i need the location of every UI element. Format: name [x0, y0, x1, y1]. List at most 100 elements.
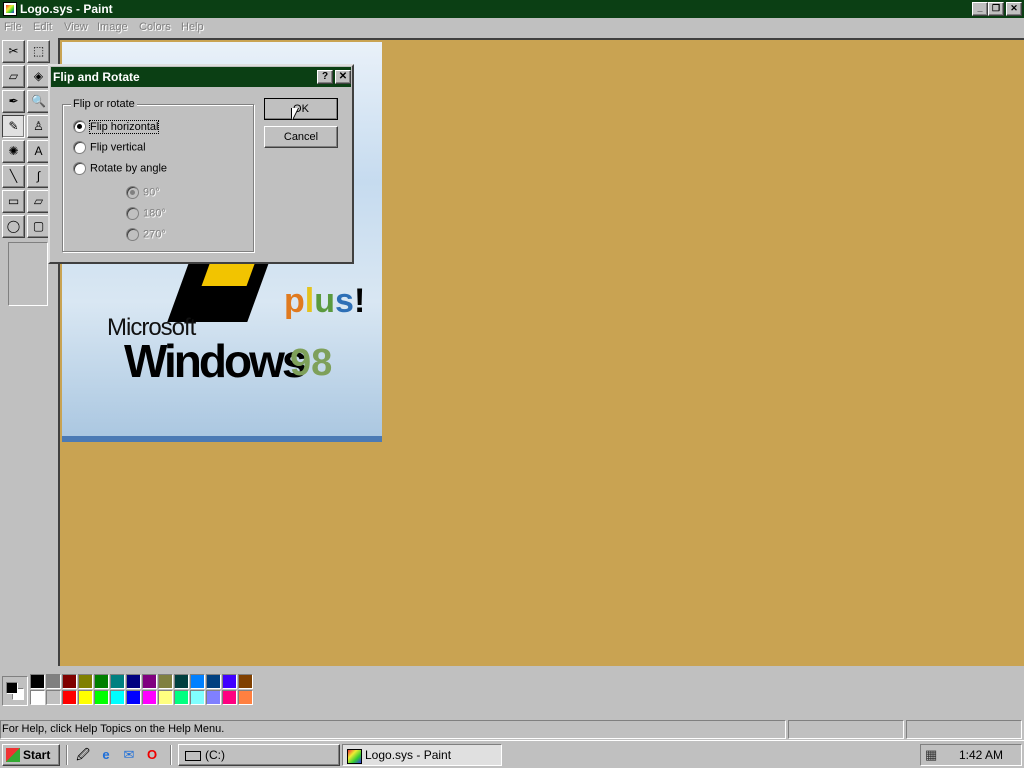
- tool-airbrush-icon[interactable]: ✺: [2, 140, 25, 163]
- restore-button[interactable]: ❐: [988, 2, 1004, 16]
- palette-swatch-top-2[interactable]: [62, 674, 77, 689]
- dialog-title-bar[interactable]: Flip and Rotate ? ✕: [51, 67, 351, 87]
- option-flip-horizontal[interactable]: Flip horizontal: [73, 119, 160, 136]
- dialog-close-button[interactable]: ✕: [335, 70, 351, 84]
- option-rotate-by-angle[interactable]: Rotate by angle: [73, 162, 167, 178]
- tool-free-form-select-icon[interactable]: ✂: [2, 40, 25, 63]
- flip-rotate-group: Flip or rotate Flip horizontal Flip vert…: [62, 98, 254, 252]
- paint-app-icon[interactable]: [3, 2, 17, 16]
- palette-swatch-top-7[interactable]: [142, 674, 157, 689]
- foreground-color-swatch[interactable]: [6, 682, 18, 694]
- tool-curve-icon[interactable]: ∫: [27, 165, 50, 188]
- palette-swatch-bottom-4[interactable]: [94, 690, 109, 705]
- radio-flip-horizontal[interactable]: [73, 120, 86, 133]
- show-desktop-icon[interactable]: 🖉: [74, 746, 92, 764]
- start-button[interactable]: Start: [2, 744, 60, 766]
- label-angle-270: 270°: [143, 228, 166, 241]
- palette-swatch-top-0[interactable]: [30, 674, 45, 689]
- palette-swatch-bottom-7[interactable]: [142, 690, 157, 705]
- radio-angle-180: [126, 207, 139, 220]
- dialog-help-button[interactable]: ?: [317, 70, 333, 84]
- opera-icon[interactable]: O: [143, 746, 161, 764]
- option-angle-270: 270°: [126, 228, 166, 244]
- minimize-button[interactable]: _: [972, 2, 988, 16]
- palette-swatch-bottom-1[interactable]: [46, 690, 61, 705]
- palette-swatch-top-3[interactable]: [78, 674, 93, 689]
- palette-swatch-bottom-6[interactable]: [126, 690, 141, 705]
- tool-pick-color-icon[interactable]: ✒: [2, 90, 25, 113]
- taskbar-button-drive-c-label: (C:): [205, 748, 225, 762]
- tool-rectangle-icon[interactable]: ▭: [2, 190, 25, 213]
- clock[interactable]: 1:42 AM: [959, 748, 1003, 762]
- menu-help[interactable]: Help: [181, 21, 204, 33]
- palette-swatch-bottom-10[interactable]: [190, 690, 205, 705]
- palette-swatch-bottom-8[interactable]: [158, 690, 173, 705]
- palette-swatch-top-12[interactable]: [222, 674, 237, 689]
- palette-swatch-top-13[interactable]: [238, 674, 253, 689]
- taskbar-separator: [66, 745, 68, 765]
- taskbar-button-paint[interactable]: Logo.sys - Paint: [342, 744, 502, 766]
- palette-swatch-bottom-13[interactable]: [238, 690, 253, 705]
- internet-explorer-icon[interactable]: e: [97, 746, 115, 764]
- palette-swatch-top-9[interactable]: [174, 674, 189, 689]
- palette-swatch-bottom-2[interactable]: [62, 690, 77, 705]
- label-rotate-by-angle[interactable]: Rotate by angle: [90, 163, 167, 175]
- plus-logo-text: plus!: [284, 282, 366, 320]
- window-title: Logo.sys - Paint: [20, 2, 113, 16]
- version-98-text: 98: [290, 342, 333, 384]
- palette-swatch-bottom-9[interactable]: [174, 690, 189, 705]
- scheduler-icon[interactable]: ▦: [925, 747, 937, 763]
- paint-icon: [347, 749, 362, 764]
- palette-swatch-top-1[interactable]: [46, 674, 61, 689]
- tool-ellipse-icon[interactable]: ◯: [2, 215, 25, 238]
- palette-swatch-top-5[interactable]: [110, 674, 125, 689]
- menu-view[interactable]: View: [64, 21, 88, 33]
- palette-swatch-top-8[interactable]: [158, 674, 173, 689]
- current-colors-box[interactable]: [2, 676, 28, 706]
- option-flip-vertical[interactable]: Flip vertical: [73, 141, 146, 157]
- tool-text-icon[interactable]: A: [27, 140, 50, 163]
- taskbar: Start 🖉 e ✉ O (C:) Logo.sys - Paint ▦ 1:…: [0, 740, 1024, 768]
- tool-pencil-icon[interactable]: ✎: [2, 115, 25, 138]
- tool-fill-icon[interactable]: ◈: [27, 65, 50, 88]
- palette-swatch-bottom-11[interactable]: [206, 690, 221, 705]
- taskbar-button-drive-c[interactable]: (C:): [178, 744, 340, 766]
- outlook-express-icon[interactable]: ✉: [120, 746, 138, 764]
- option-angle-90: 90°: [126, 186, 160, 202]
- windows-logo-text: Windows: [124, 335, 307, 387]
- drive-icon: [185, 751, 201, 761]
- windows-logo-icon: [6, 748, 20, 762]
- palette-swatch-bottom-3[interactable]: [78, 690, 93, 705]
- dialog-title: Flip and Rotate: [53, 70, 140, 84]
- palette-swatch-top-10[interactable]: [190, 674, 205, 689]
- label-flip-vertical[interactable]: Flip vertical: [90, 142, 146, 154]
- cancel-button[interactable]: Cancel: [264, 126, 338, 148]
- menu-edit[interactable]: Edit: [33, 21, 52, 33]
- menu-file[interactable]: File: [4, 21, 22, 33]
- tool-eraser-icon[interactable]: ▱: [2, 65, 25, 88]
- tool-rounded-rectangle-icon[interactable]: ▢: [27, 215, 50, 238]
- tool-line-icon[interactable]: ╲: [2, 165, 25, 188]
- system-tray: ▦ 1:42 AM: [920, 744, 1022, 766]
- ok-button[interactable]: OK: [264, 98, 338, 120]
- close-button[interactable]: ✕: [1006, 2, 1022, 16]
- palette-swatch-bottom-5[interactable]: [110, 690, 125, 705]
- radio-flip-vertical[interactable]: [73, 141, 86, 154]
- tool-polygon-icon[interactable]: ▱: [27, 190, 50, 213]
- title-bar[interactable]: Logo.sys - Paint _ ❐ ✕: [0, 0, 1024, 18]
- tool-brush-icon[interactable]: ♙: [27, 115, 50, 138]
- radio-rotate-by-angle[interactable]: [73, 162, 86, 175]
- menu-colors[interactable]: Colors: [139, 21, 171, 33]
- tool-select-icon[interactable]: ⬚: [27, 40, 50, 63]
- palette-swatch-bottom-12[interactable]: [222, 690, 237, 705]
- palette-swatch-bottom-0[interactable]: [30, 690, 45, 705]
- menu-image[interactable]: Image: [97, 21, 128, 33]
- radio-angle-270: [126, 228, 139, 241]
- palette-swatch-top-11[interactable]: [206, 674, 221, 689]
- tool-options-box[interactable]: [8, 242, 48, 306]
- taskbar-separator: [170, 745, 172, 765]
- palette-swatch-top-4[interactable]: [94, 674, 109, 689]
- tool-magnifier-icon[interactable]: 🔍: [27, 90, 50, 113]
- label-flip-horizontal[interactable]: Flip horizontal: [88, 119, 160, 134]
- palette-swatch-top-6[interactable]: [126, 674, 141, 689]
